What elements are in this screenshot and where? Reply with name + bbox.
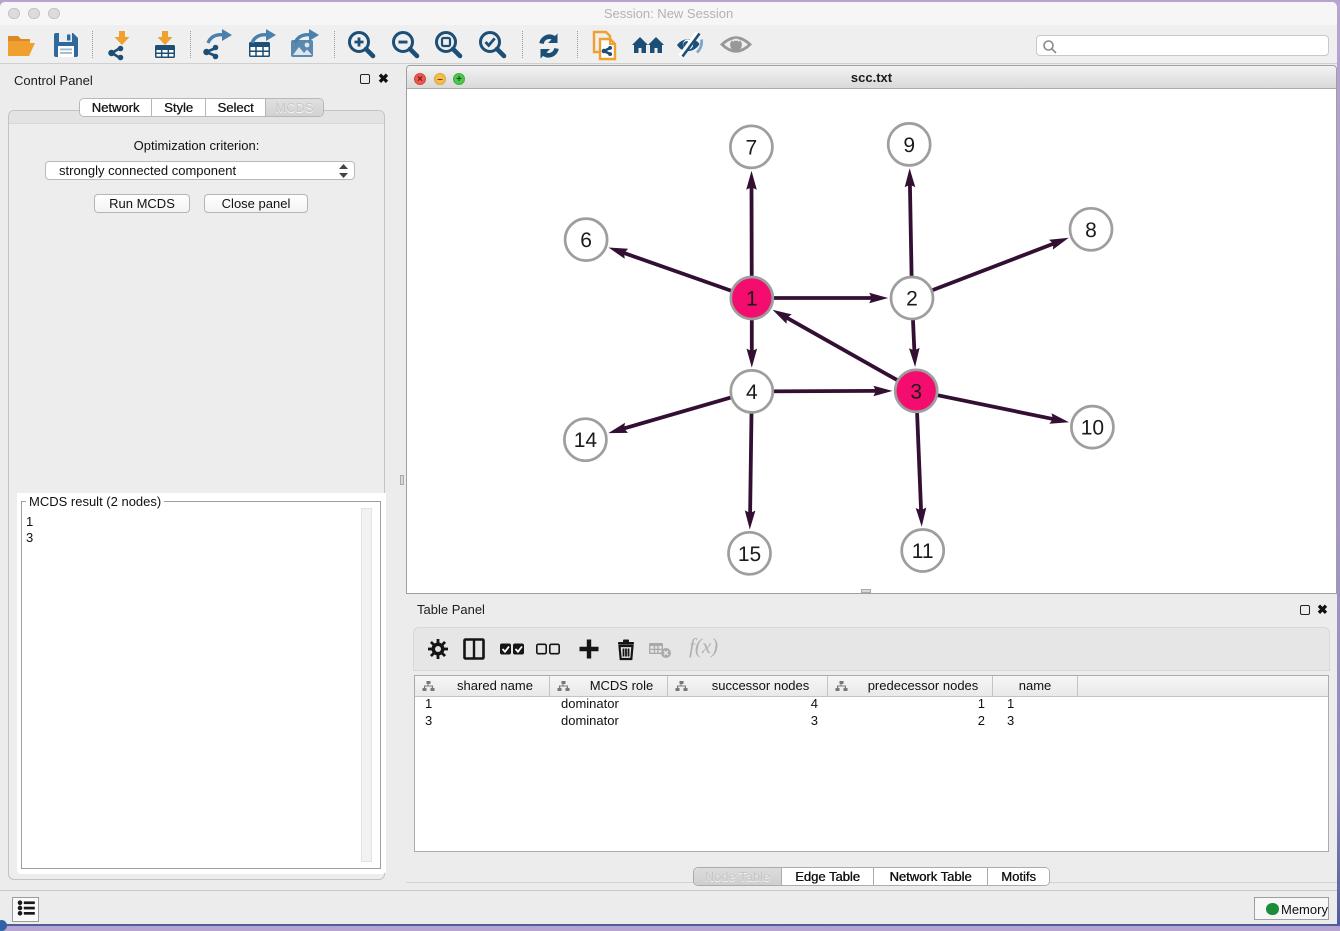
svg-text:6: 6 bbox=[580, 229, 592, 252]
svg-text:1: 1 bbox=[746, 288, 758, 311]
svg-text:4: 4 bbox=[746, 381, 758, 404]
svg-text:9: 9 bbox=[903, 134, 915, 157]
svg-text:15: 15 bbox=[738, 543, 761, 566]
svg-text:10: 10 bbox=[1081, 417, 1104, 440]
svg-text:2: 2 bbox=[906, 288, 918, 311]
svg-text:7: 7 bbox=[746, 136, 758, 159]
svg-text:8: 8 bbox=[1085, 219, 1097, 242]
svg-text:3: 3 bbox=[910, 380, 922, 403]
svg-text:11: 11 bbox=[912, 540, 934, 563]
svg-text:14: 14 bbox=[574, 429, 598, 452]
